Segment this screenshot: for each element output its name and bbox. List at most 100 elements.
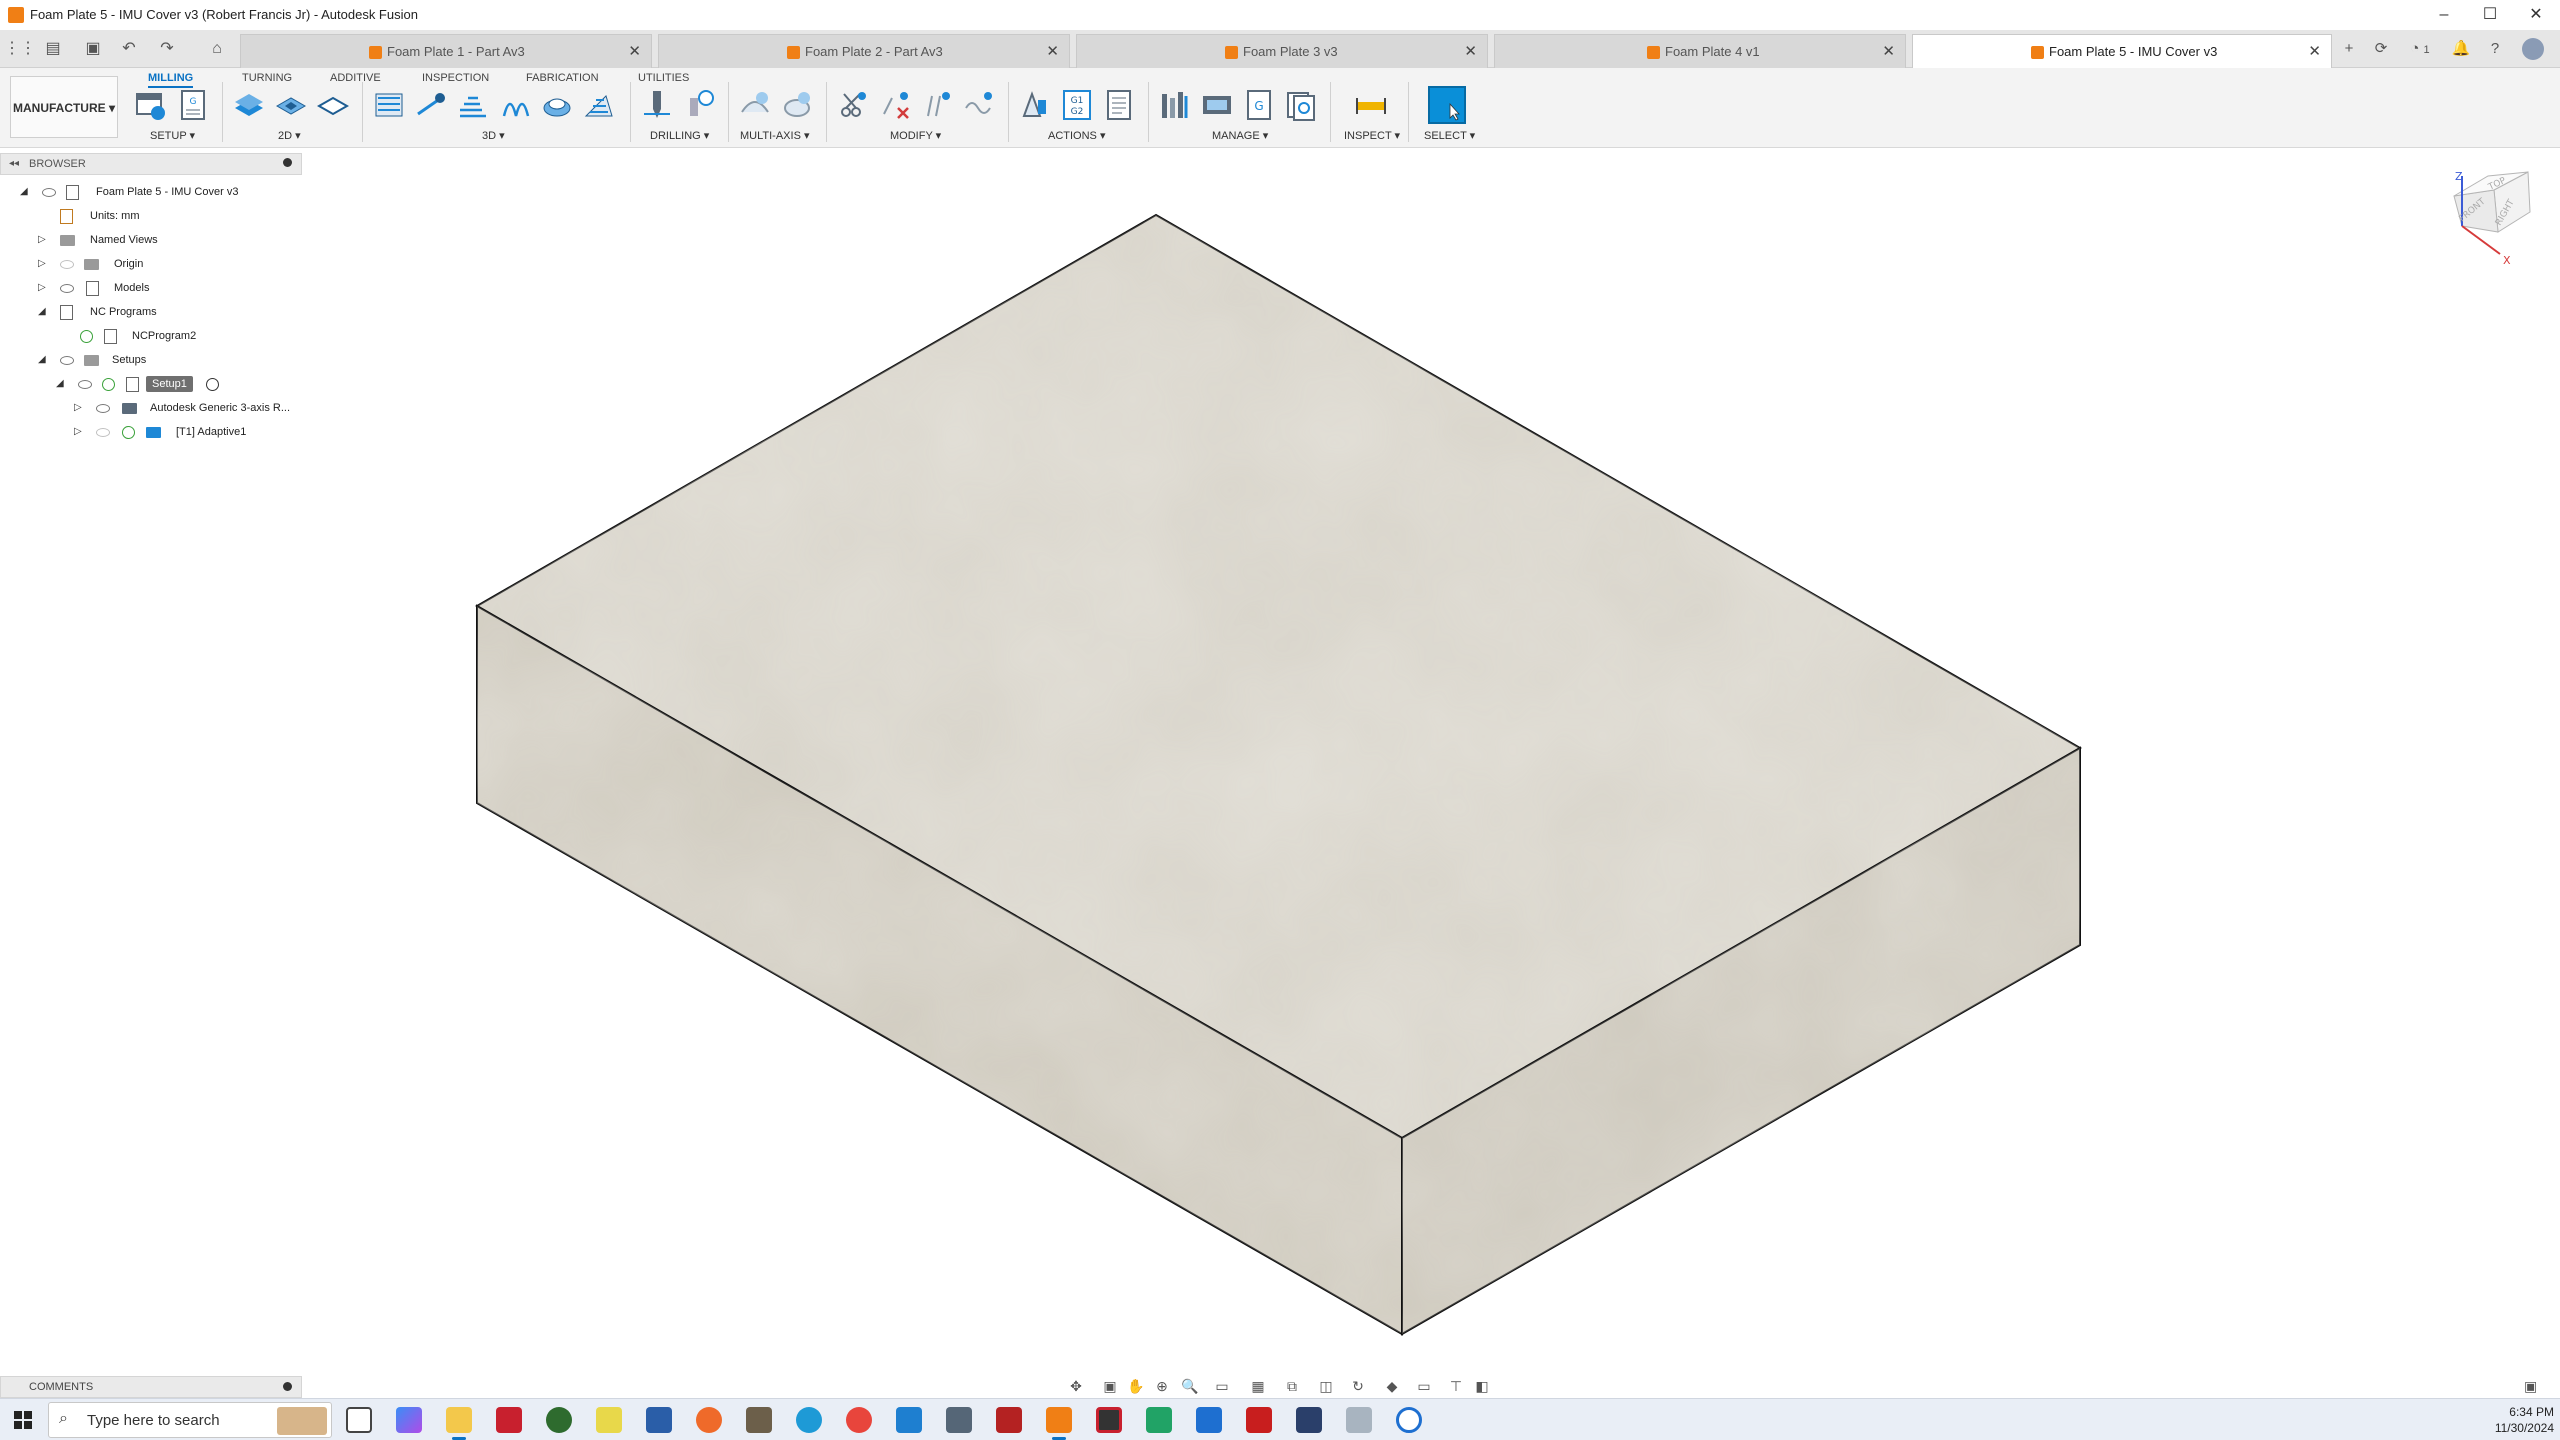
expand-triangle-icon[interactable]: ▷	[74, 398, 82, 418]
workspace-switcher[interactable]: MANUFACTURE ▾	[10, 76, 118, 138]
file-menu-icon[interactable]: ▤	[40, 36, 66, 62]
tree-item-named-views[interactable]: ▷ Named Views	[0, 230, 300, 250]
tool-library-icon[interactable]	[1158, 88, 1192, 122]
tab-turning[interactable]: TURNING	[242, 72, 292, 84]
setup-sheet-icon[interactable]	[1102, 88, 1136, 122]
orbit-icon[interactable]: ✥	[1066, 1377, 1086, 1395]
user-avatar[interactable]	[2522, 38, 2544, 60]
tree-item-origin[interactable]: ▷ Origin	[0, 254, 300, 274]
tab-inspection[interactable]: INSPECTION	[422, 72, 489, 84]
viewports-icon[interactable]: ⧉	[1282, 1377, 1302, 1395]
firefox-icon[interactable]	[696, 1407, 722, 1433]
group-label-multi-axis[interactable]: MULTI-AXIS ▾	[740, 129, 810, 142]
environment-icon[interactable]: ▭	[1414, 1377, 1434, 1395]
new-tab-icon[interactable]: +	[2336, 36, 2362, 62]
expand-triangle-icon[interactable]: ▷	[38, 254, 46, 274]
tree-item-setups[interactable]: ◢ Setups	[0, 350, 300, 370]
simulate-icon[interactable]	[1018, 88, 1052, 122]
word-icon[interactable]	[1196, 1407, 1222, 1433]
group-label-setup[interactable]: SETUP ▾	[150, 129, 195, 142]
trim-toolpath-icon[interactable]	[836, 88, 870, 122]
group-label-drilling[interactable]: DRILLING ▾	[650, 129, 709, 142]
activate-setup-icon[interactable]	[206, 378, 219, 391]
help-icon[interactable]: ?	[2482, 36, 2508, 62]
group-label-manage[interactable]: MANAGE ▾	[1212, 129, 1268, 142]
doc-tab-2[interactable]: Foam Plate 2 - Part Av3 ✕	[658, 34, 1070, 68]
tree-item-nc-programs[interactable]: ◢ NC Programs	[0, 302, 300, 322]
visibility-eye-icon[interactable]	[60, 356, 74, 365]
extensions-icon[interactable]: ⟳	[2368, 36, 2394, 62]
app-icon-network[interactable]	[946, 1407, 972, 1433]
minimize-button[interactable]: –	[2424, 4, 2464, 26]
taskbar-search-box[interactable]: ⌕ Type here to search	[48, 1402, 332, 1438]
hole-recognition-icon[interactable]	[682, 88, 716, 122]
pin-comments-icon[interactable]	[283, 1382, 292, 1391]
save-icon[interactable]: ▣	[80, 36, 106, 62]
group-label-actions[interactable]: ACTIONS ▾	[1048, 129, 1105, 142]
app-icon-tools[interactable]	[746, 1407, 772, 1433]
swarf-icon[interactable]	[780, 88, 814, 122]
app-icon-green[interactable]	[546, 1407, 572, 1433]
app-icon-recorder[interactable]	[1096, 1407, 1122, 1433]
sync-icon[interactable]: ↻	[1348, 1377, 1368, 1395]
tree-item-setup1[interactable]: ◢ Setup1	[0, 374, 300, 394]
group-label-2d[interactable]: 2D ▾	[278, 129, 301, 142]
nc-program-icon[interactable]: G	[176, 88, 210, 122]
look-at-icon[interactable]: ▣	[1100, 1377, 1120, 1395]
post-process-icon[interactable]: G1G2	[1060, 88, 1094, 122]
undo-icon[interactable]: ↶	[116, 36, 142, 62]
select-tool-icon[interactable]	[1428, 86, 1466, 124]
notifications-icon[interactable]: 🔔	[2448, 36, 2474, 62]
group-label-modify[interactable]: MODIFY ▾	[890, 129, 941, 142]
close-window-button[interactable]: ✕	[2516, 4, 2556, 26]
tree-item-ncprogram2[interactable]: NCProgram2	[0, 326, 300, 346]
collapse-triangle-icon[interactable]: ◢	[38, 302, 46, 322]
stock-box[interactable]	[474, 213, 2083, 1336]
copilot-icon[interactable]	[396, 1407, 422, 1433]
doc-tab-1[interactable]: Foam Plate 1 - Part Av3 ✕	[240, 34, 652, 68]
redo-icon[interactable]: ↷	[154, 36, 180, 62]
vscode-icon[interactable]	[896, 1407, 922, 1433]
chrome-icon[interactable]	[846, 1407, 872, 1433]
file-explorer-icon[interactable]	[446, 1407, 472, 1433]
measure-icon[interactable]	[1354, 88, 1388, 122]
visibility-eye-icon[interactable]	[78, 380, 92, 389]
section-analysis-icon[interactable]: ◫	[1316, 1377, 1336, 1395]
edge-icon[interactable]	[796, 1407, 822, 1433]
doc-tab-4[interactable]: Foam Plate 4 v1 ✕	[1494, 34, 1906, 68]
visibility-eye-off-icon[interactable]	[60, 260, 74, 269]
collapse-triangle-icon[interactable]: ◢	[20, 182, 28, 202]
post-library-icon[interactable]: G	[1242, 88, 1276, 122]
calculator-icon[interactable]	[1296, 1407, 1322, 1433]
windows-start-icon[interactable]	[14, 1411, 32, 1429]
job-status-icon[interactable]: ◔ 1	[2400, 36, 2440, 62]
close-tab-icon[interactable]: ✕	[628, 42, 641, 60]
expand-triangle-icon[interactable]: ▷	[38, 278, 46, 298]
close-tab-icon[interactable]: ✕	[1464, 42, 1477, 60]
3d-pocket-icon[interactable]	[414, 88, 448, 122]
pattern-icon[interactable]	[962, 88, 996, 122]
collapse-triangle-icon[interactable]: ◢	[56, 374, 64, 394]
2d-face-icon[interactable]	[316, 88, 350, 122]
3d-steep-shallow-icon[interactable]	[456, 88, 490, 122]
filezilla-icon[interactable]	[996, 1407, 1022, 1433]
template-library-icon[interactable]	[1284, 88, 1318, 122]
doc-tab-3[interactable]: Foam Plate 3 v3 ✕	[1076, 34, 1488, 68]
collapse-browser-icon[interactable]: ◂◂	[9, 158, 19, 169]
app-icon-blue-cube[interactable]	[646, 1407, 672, 1433]
group-label-inspect[interactable]: INSPECT ▾	[1344, 129, 1400, 142]
tab-fabrication[interactable]: FABRICATION	[526, 72, 599, 84]
maximize-button[interactable]: ☐	[2470, 4, 2510, 26]
group-label-select[interactable]: SELECT ▾	[1424, 129, 1475, 142]
visibility-eye-icon[interactable]	[42, 188, 56, 197]
tab-milling[interactable]: MILLING	[148, 72, 194, 88]
app-grid-icon[interactable]: ⋮⋮	[4, 36, 36, 62]
tab-additive[interactable]: ADDITIVE	[330, 72, 381, 84]
grid-settings-icon[interactable]: ▦	[1248, 1377, 1268, 1395]
expand-panel-icon[interactable]: ▣	[2524, 1378, 2542, 1396]
tree-root[interactable]: ◢ Foam Plate 5 - IMU Cover v3	[0, 182, 300, 202]
3d-viewport[interactable]: TOP FRONT RIGHT Z X	[302, 148, 2560, 1375]
acrobat-icon[interactable]	[1246, 1407, 1272, 1433]
close-tab-icon[interactable]: ✕	[1046, 42, 1059, 60]
2d-adaptive-icon[interactable]	[232, 88, 266, 122]
